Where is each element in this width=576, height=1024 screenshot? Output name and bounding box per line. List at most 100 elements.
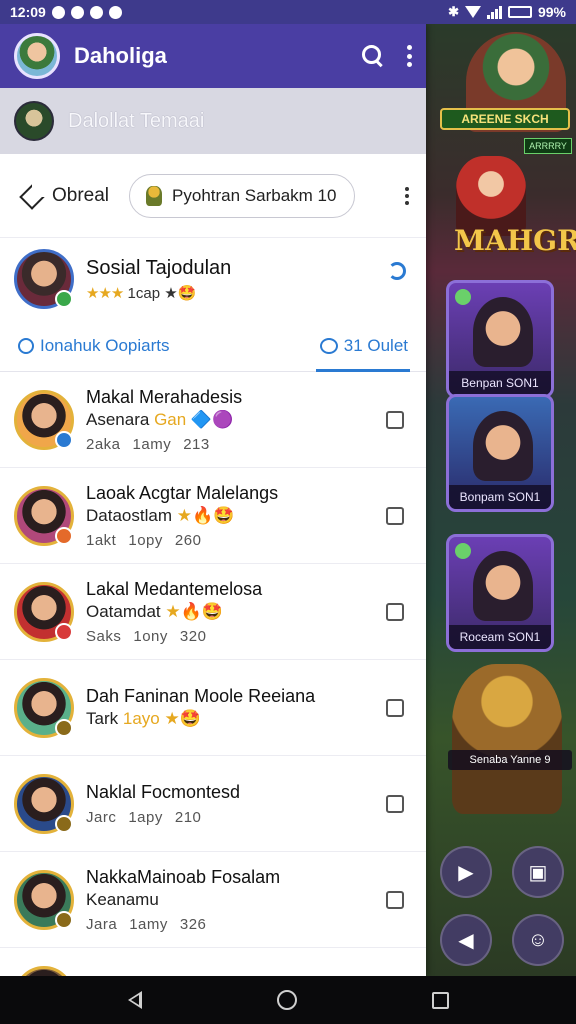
contact-avatar [14, 773, 74, 834]
navigation-bar [0, 976, 576, 1024]
filter-chip[interactable]: Pyohtran Sarbakm 10 [129, 173, 356, 218]
contact-list: Makal Merahadesis Asenara Gan 🔷🟣 2aka 1amy 2… [0, 372, 426, 976]
game-banner: AREENE SKCH [440, 108, 570, 130]
skip-icon[interactable]: ◀ [440, 914, 492, 966]
contact-avatar [14, 485, 74, 546]
game-card[interactable]: Bonpam SON1 [446, 394, 554, 512]
contact-stats: 1akt 1opy 260 [86, 532, 386, 549]
drawer-panel: Daholiga Dalollat Temaai Obreal Pyohtran… [0, 24, 426, 976]
section-right-label: 31 Oulet [343, 335, 408, 355]
contact-stat2: 1amy [129, 915, 168, 933]
battery-icon [507, 6, 532, 18]
contact-stats: Jara 1amy 326 [86, 916, 386, 933]
contact-name: Laoak Acgtar Malelangs [86, 482, 279, 503]
profile-header[interactable]: Sosial Tajodulan ★★★ 1cap ★🤩 [0, 238, 426, 320]
contact-stats: Jarc 1apy 210 [86, 809, 386, 826]
card-portrait [473, 297, 533, 367]
profile-avatar [14, 249, 74, 309]
contact-avatar [14, 677, 74, 738]
sync-icon[interactable] [388, 262, 406, 280]
contact-stat1: Jarc [86, 808, 117, 826]
contact-stats: 2aka 1amy 213 [86, 436, 386, 453]
list-item[interactable]: DahTaia [0, 948, 426, 976]
checkbox[interactable] [386, 506, 404, 525]
game-knight-art [452, 664, 562, 814]
checkbox[interactable] [386, 890, 404, 909]
camera-icon[interactable]: ▣ [512, 846, 564, 898]
chip-label: Pyohtran Sarbakm 10 [172, 185, 337, 205]
bluetooth-icon: ✱ [448, 4, 459, 19]
contact-avatar [14, 965, 74, 976]
more-vert-icon[interactable] [406, 45, 412, 67]
contact-stat3: 210 [174, 808, 202, 826]
section-bar: Ionahuk Oopiarts 31 Oulet [0, 320, 426, 372]
contact-name: Lakal Medantemelosa [86, 578, 263, 599]
contact-sub-text: Keanamu [86, 889, 159, 909]
section-tab[interactable]: 31 Oulet [319, 335, 408, 356]
status-badge-icon [55, 718, 73, 737]
phone-screen: 12:09 ✱ 99% AREENE SKCH ARRRRY MAHGR Ben… [0, 0, 576, 1024]
contact-stat1: 2aka [86, 435, 121, 453]
contact-name: Makal Merahadesis [86, 386, 243, 407]
list-item[interactable]: Makal Merahadesis Asenara Gan 🔷🟣 2aka 1amy 2… [0, 372, 426, 468]
wifi-icon [464, 6, 481, 18]
contact-stats: Saks 1ony 320 [86, 628, 386, 645]
status-badge-icon [55, 526, 73, 545]
contact-sub-text: Asenara [86, 409, 150, 429]
checkbox[interactable] [386, 698, 404, 717]
list-item[interactable]: Dah Faninan Moole Reeiana Tark 1ayo ★🤩 [0, 660, 426, 756]
game-card[interactable]: Benpan SON1 [446, 280, 554, 398]
filter-label[interactable]: Obreal [52, 185, 109, 207]
checkbox[interactable] [386, 410, 404, 429]
play-icon[interactable]: ▶ [440, 846, 492, 898]
status-badge-icon [55, 622, 73, 641]
contact-name: Naklal Focmontesd [86, 781, 241, 802]
contact-stat3: 260 [174, 531, 202, 549]
list-item[interactable]: Naklal Focmontesd Jarc 1apy 210 [0, 756, 426, 852]
contact-avatar [14, 389, 74, 450]
contact-stat1: Jara [86, 915, 118, 933]
card-badge-icon [455, 543, 471, 559]
status-time: 12:09 [10, 4, 46, 20]
chat-icon [319, 337, 338, 354]
game-card[interactable]: Roceam SON1 [446, 534, 554, 652]
search-icon[interactable] [362, 45, 384, 67]
contact-sub-emoji: 1ayo ★🤩 [122, 709, 201, 728]
recents-icon[interactable] [431, 991, 449, 1009]
signal-icon [486, 5, 502, 19]
contact-sub-emoji: Gan 🔷🟣 [154, 409, 234, 429]
game-small-banner: ARRRRY [524, 138, 572, 154]
contact-avatar [14, 581, 74, 642]
home-outline-icon[interactable] [20, 185, 42, 207]
contact-name: NakkaMainoab Fosalam [86, 866, 281, 887]
card-caption: Roceam SON1 [449, 625, 551, 649]
info-icon [18, 337, 34, 354]
checkbox[interactable] [386, 794, 404, 813]
back-icon[interactable] [127, 991, 142, 1009]
more-vert-icon[interactable] [404, 186, 410, 205]
notification-icon [89, 5, 103, 19]
avatar[interactable] [14, 33, 60, 79]
profile-meta-emoji: ★🤩 [164, 284, 197, 302]
list-item[interactable]: NakkaMainoab Fosalam Keanamu Jara 1amy 326 [0, 852, 426, 948]
app-bar: Daholiga [0, 24, 426, 88]
list-item[interactable]: Laoak Acgtar Malelangs Dataostlam ★🔥🤩 1akt… [0, 468, 426, 564]
app-title: Daholiga [74, 43, 167, 68]
contact-sub-emoji: ★🔥🤩 [165, 601, 223, 621]
knight-caption: Senaba Yanne 9 [448, 750, 572, 770]
battery-percent: 99% [537, 4, 566, 20]
status-bar: 12:09 ✱ 99% [0, 0, 576, 24]
notification-icon [108, 5, 122, 19]
contact-stat2: 1amy [132, 435, 172, 453]
checkbox[interactable] [386, 602, 404, 621]
gamepad-icon[interactable]: ☺ [512, 914, 564, 966]
game-title: MAHGR [454, 224, 576, 257]
home-icon[interactable] [276, 990, 297, 1010]
contact-stat3: 326 [179, 915, 207, 933]
account-bar[interactable]: Dalollat Temaai [0, 88, 426, 154]
filter-bar: Obreal Pyohtran Sarbakm 10 [0, 154, 426, 238]
contact-name: Dah Faninan Moole Reeiana [86, 686, 316, 706]
section-left-label[interactable]: Ionahuk Oopiarts [40, 336, 169, 356]
list-item[interactable]: Lakal Medantemelosa Oatamdat ★🔥🤩 Saks 1ony 3… [0, 564, 426, 660]
card-caption: Benpan SON1 [449, 371, 551, 395]
